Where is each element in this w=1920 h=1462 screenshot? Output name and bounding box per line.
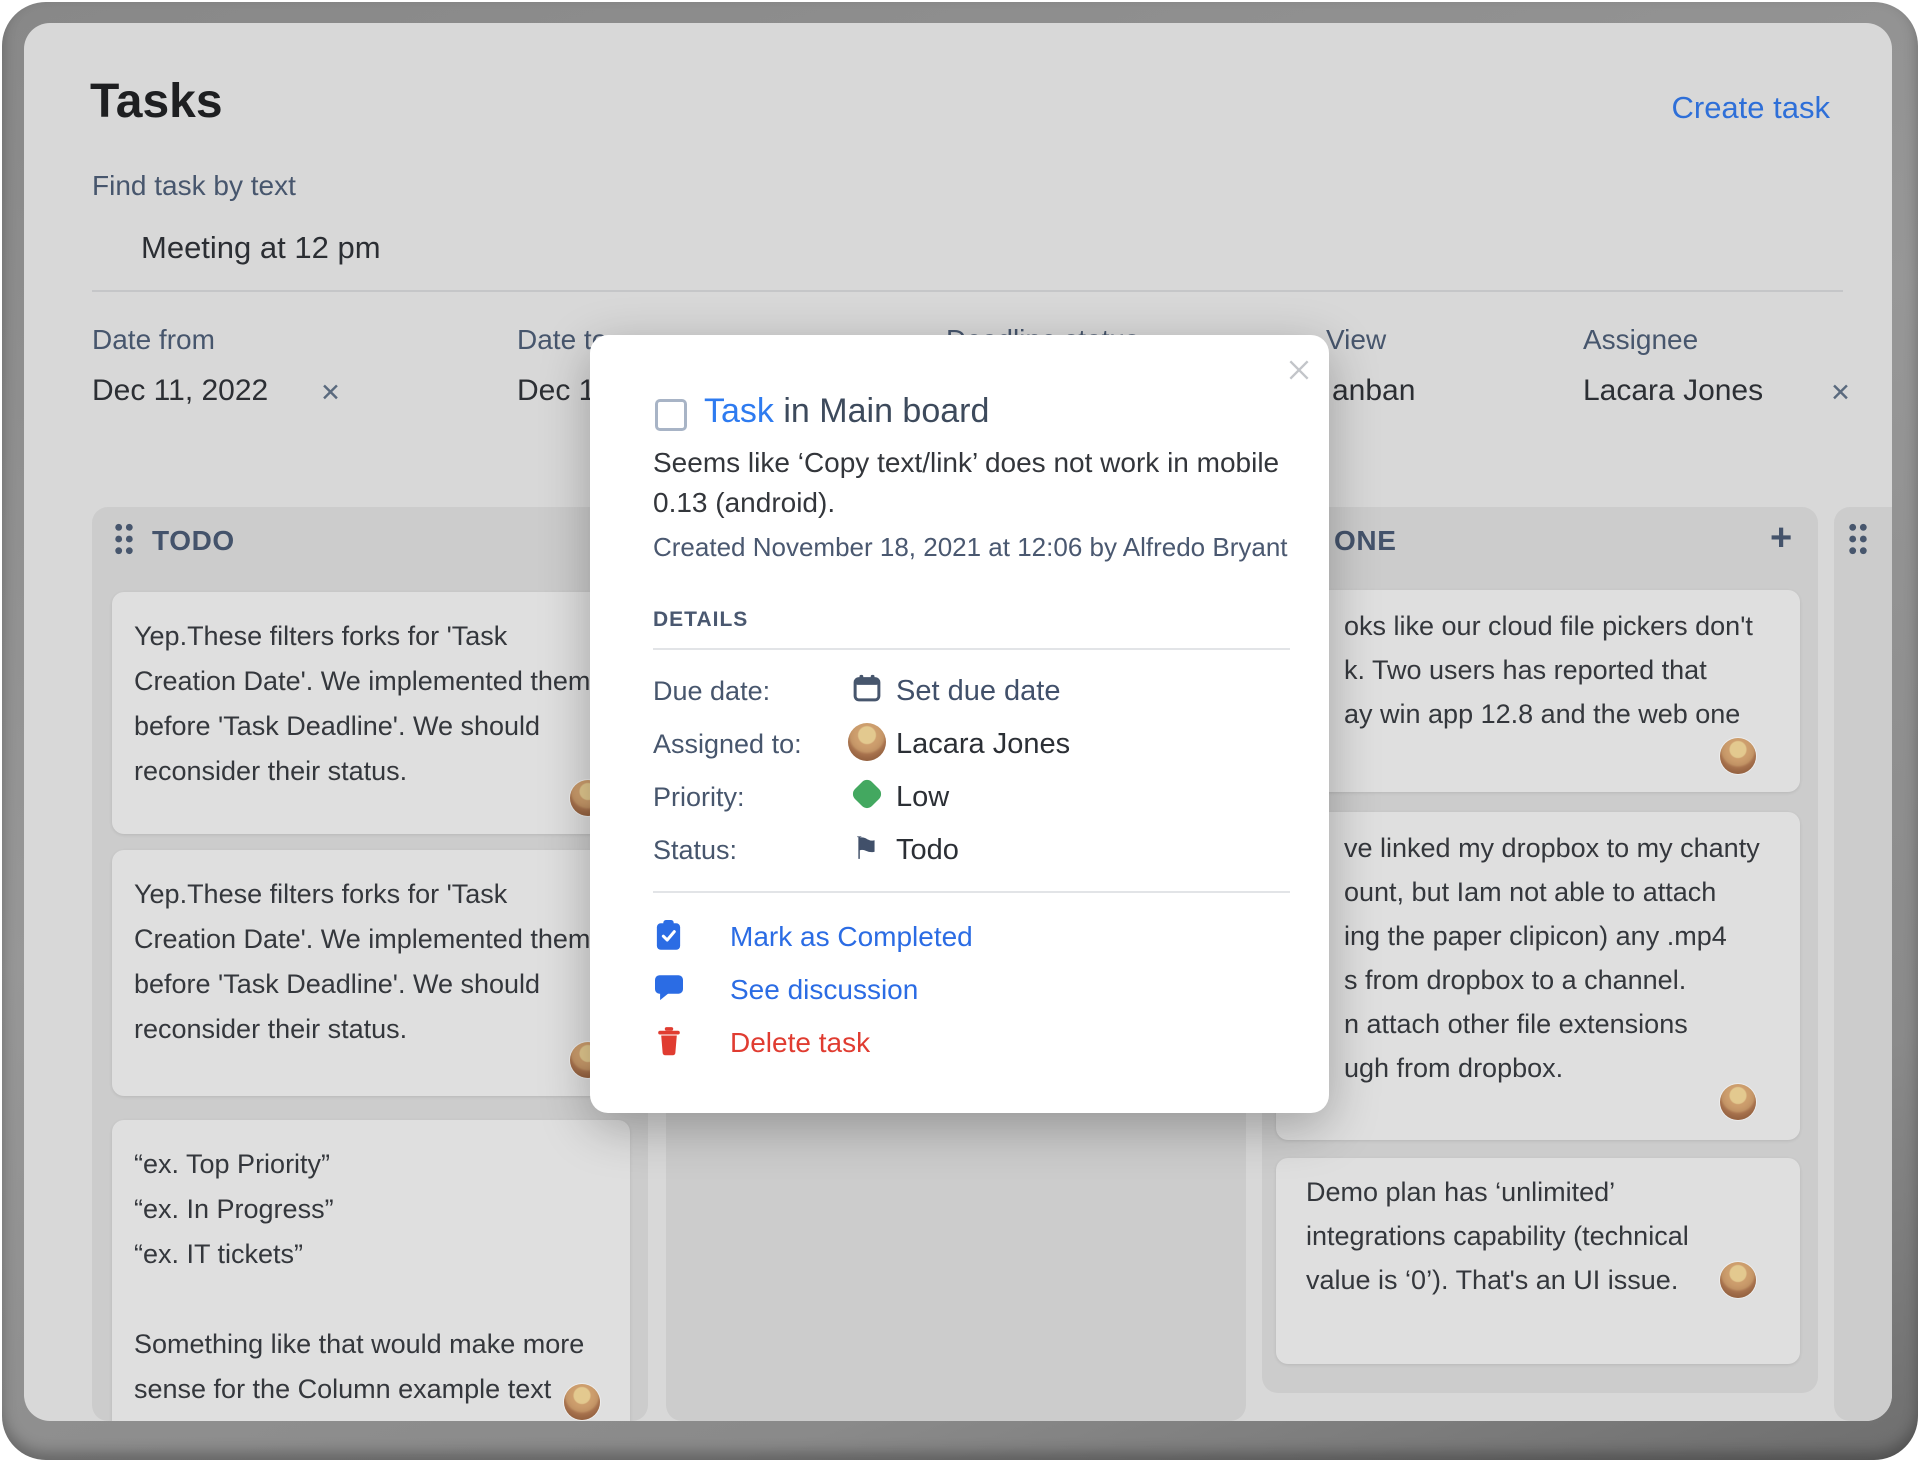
details-divider	[653, 648, 1290, 650]
actions-divider	[653, 891, 1290, 893]
card-text-line: Demo plan has ‘unlimited’	[1306, 1177, 1616, 1207]
status-flag-icon: ⚑	[852, 831, 880, 866]
calendar-icon	[852, 673, 882, 708]
create-task-button[interactable]: Create task	[1650, 90, 1830, 126]
device-frame: Tasks Create task Find task by text Meet…	[2, 2, 1918, 1460]
column-done-title: ONE	[1334, 525, 1397, 556]
filter-view-label: View	[1326, 324, 1387, 355]
task-details-modal: Task in Main board Seems like ‘Copy text…	[590, 335, 1329, 1113]
discussion-icon	[655, 975, 683, 1006]
avatar	[1720, 738, 1756, 774]
delete-task-button[interactable]: Delete task	[730, 1027, 870, 1059]
card-text-line: before 'Task Deadline'. We should	[134, 969, 541, 999]
card-text-line: “ex. Top Priority”	[134, 1149, 331, 1179]
priority-low-icon	[850, 777, 884, 811]
filter-date-from-label: Date from	[92, 324, 215, 355]
card-text-line: reconsider their status.	[134, 1014, 408, 1044]
column-todo-drag-handle-icon[interactable]	[112, 522, 136, 561]
filter-assignee-clear-icon[interactable]: ✕	[1830, 378, 1851, 408]
status-value[interactable]: Todo	[896, 834, 959, 867]
card-text-line: integrations capability (technical	[1306, 1221, 1689, 1251]
card-text-line: oks like our cloud file pickers don't	[1344, 611, 1753, 641]
assignee-avatar	[848, 723, 886, 761]
card-text-line: sense for the Column example text	[134, 1374, 552, 1404]
add-task-icon[interactable]: +	[1770, 519, 1792, 557]
task-card[interactable]: Demo plan has ‘unlimited’ integrations c…	[1276, 1158, 1800, 1364]
avatar	[564, 1384, 600, 1420]
page-title: Tasks	[90, 75, 223, 128]
details-section-label: DETAILS	[653, 608, 749, 631]
task-created-meta: Created November 18, 2021 at 12:06 by Al…	[653, 532, 1288, 562]
card-text-line: Something like that would make more	[134, 1329, 585, 1359]
card-text-line: ing the paper clipicon) any .mp4	[1344, 921, 1727, 951]
filter-date-from-clear-icon[interactable]: ✕	[320, 378, 341, 408]
filter-view-value[interactable]: anban	[1332, 374, 1415, 408]
task-card[interactable]: oks like our cloud file pickers don't k.…	[1276, 590, 1800, 792]
filter-date-from-value[interactable]: Dec 11, 2022	[92, 374, 268, 408]
mark-completed-icon	[655, 920, 682, 956]
card-text-line	[134, 1277, 630, 1322]
filter-assignee-value[interactable]: Lacara Jones	[1583, 374, 1763, 408]
modal-title-task: Task	[704, 392, 774, 430]
due-date-label: Due date:	[653, 676, 771, 706]
card-text-line: ount, but Iam not able to attach	[1344, 877, 1717, 907]
header-divider	[92, 290, 1843, 292]
task-card[interactable]: ve linked my dropbox to my chanty ount, …	[1276, 812, 1800, 1140]
screenshot-root: Tasks Create task Find task by text Meet…	[0, 0, 1920, 1462]
card-text-line: Yep.These filters forks for 'Task	[134, 879, 508, 909]
modal-title-rest: in Main board	[773, 392, 990, 430]
card-text-line: before 'Task Deadline'. We should	[134, 711, 541, 741]
filter-assignee-label: Assignee	[1583, 324, 1699, 355]
avatar	[1720, 1084, 1756, 1120]
column-done: ONE + oks like our cloud file pickers do…	[1262, 507, 1818, 1393]
card-text-line: ay win app 12.8 and the web one	[1344, 699, 1741, 729]
column-next	[1834, 507, 1892, 1421]
column-todo: TODO Yep.These filters forks for 'Task C…	[92, 507, 648, 1421]
column-todo-title: TODO	[152, 525, 235, 556]
priority-label: Priority:	[653, 782, 745, 812]
card-text-line: s from dropbox to a channel.	[1344, 965, 1687, 995]
card-text-line: ve linked my dropbox to my chanty	[1344, 833, 1760, 863]
card-text-line: k. Two users has reported that	[1344, 655, 1707, 685]
card-text-line: Creation Date'. We implemented them	[134, 666, 591, 696]
card-text-line: “ex. In Progress”	[134, 1194, 334, 1224]
set-due-date-button[interactable]: Set due date	[896, 675, 1060, 708]
assigned-to-label: Assigned to:	[653, 729, 802, 759]
delete-icon	[657, 1027, 681, 1061]
see-discussion-button[interactable]: See discussion	[730, 974, 918, 1006]
card-text-line: reconsider their status.	[134, 756, 408, 786]
task-description-line1: Seems like ‘Copy text/link’ does not wor…	[653, 447, 1280, 478]
status-label: Status:	[653, 835, 738, 865]
card-text-line: Yep.These filters forks for 'Task	[134, 621, 508, 651]
card-text-line: ugh from dropbox.	[1344, 1053, 1564, 1083]
filter-date-to-value[interactable]: Dec 1	[517, 374, 595, 408]
column-next-drag-handle-icon[interactable]	[1846, 522, 1870, 561]
priority-value[interactable]: Low	[896, 781, 949, 814]
card-text-line: Creation Date'. We implemented them	[134, 924, 591, 954]
mark-completed-button[interactable]: Mark as Completed	[730, 921, 973, 953]
assigned-to-value[interactable]: Lacara Jones	[896, 728, 1070, 761]
card-text-line: n attach other file extensions	[1344, 1009, 1688, 1039]
search-label: Find task by text	[92, 170, 296, 201]
avatar	[1720, 1262, 1756, 1298]
task-card[interactable]: Yep.These filters forks for 'Task Creati…	[112, 850, 630, 1096]
close-icon[interactable]	[1286, 357, 1312, 388]
task-description-line2: 0.13 (android).	[653, 487, 836, 518]
task-card[interactable]: “ex. Top Priority” “ex. In Progress” “ex…	[112, 1120, 630, 1421]
modal-title: Task in Main board	[704, 392, 989, 431]
task-card[interactable]: Yep.These filters forks for 'Task Creati…	[112, 592, 630, 834]
app-screen: Tasks Create task Find task by text Meet…	[24, 23, 1892, 1421]
search-input[interactable]: Meeting at 12 pm	[141, 230, 381, 266]
task-checkbox[interactable]	[655, 399, 687, 431]
card-text-line: “ex. IT tickets”	[134, 1239, 304, 1269]
